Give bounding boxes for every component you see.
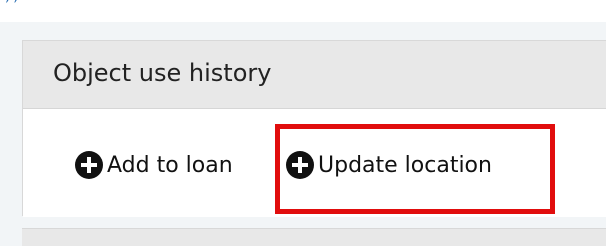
add-to-loan-label: Add to loan <box>107 152 233 178</box>
top-strip: , , <box>0 0 606 22</box>
plus-circle-icon <box>286 151 314 179</box>
panel-header: Object use history <box>23 41 606 109</box>
object-use-history-panel: Object use history Add to loan Update lo… <box>22 40 606 217</box>
update-location-button[interactable]: Update location <box>286 151 492 179</box>
panel-title: Object use history <box>53 59 272 87</box>
panel-body: Add to loan Update location <box>23 109 606 217</box>
update-location-label: Update location <box>318 152 492 178</box>
top-link-text: , , <box>6 0 18 5</box>
add-to-loan-button[interactable]: Add to loan <box>75 151 233 179</box>
plus-circle-icon <box>75 151 103 179</box>
next-panel-edge <box>22 228 606 246</box>
